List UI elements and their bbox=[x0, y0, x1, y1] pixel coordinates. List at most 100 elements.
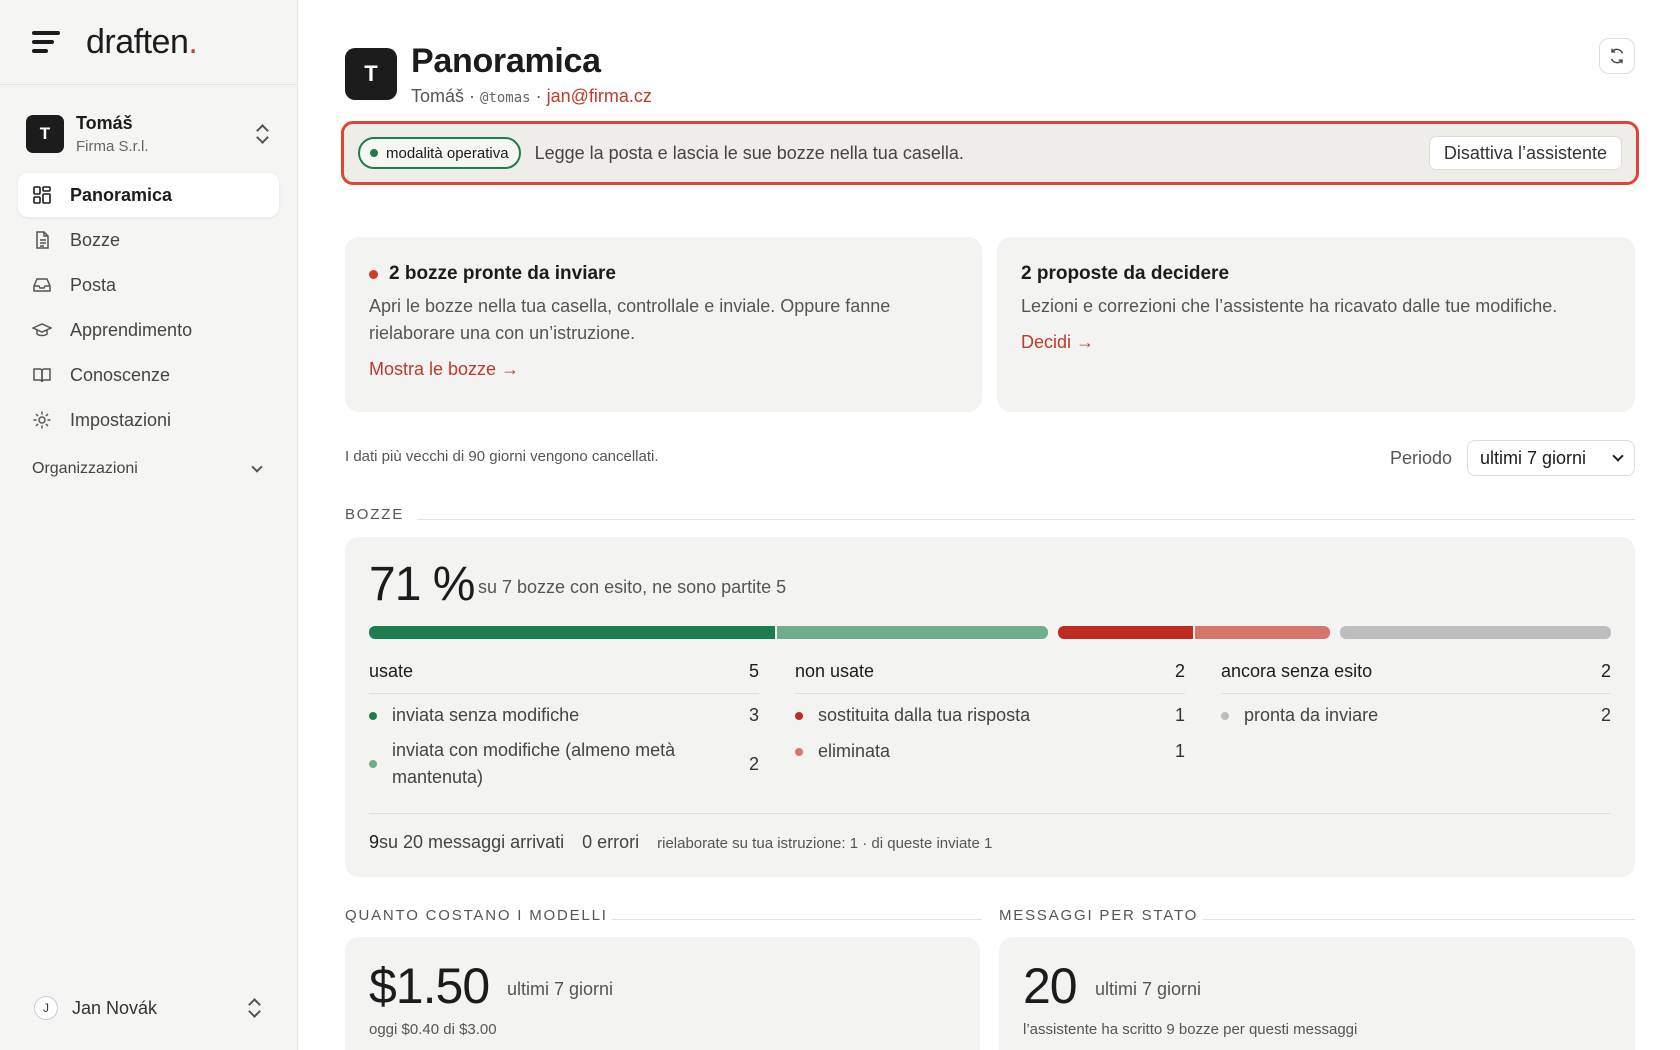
brand-bar: draften. bbox=[0, 0, 297, 85]
messages-card: 20 ultimi 7 giorni l’assistente ha scrit… bbox=[999, 937, 1635, 1050]
logo[interactable]: draften. bbox=[86, 23, 212, 62]
outcome-bar-segment bbox=[369, 626, 775, 639]
sidebar-item-panoramica[interactable]: Panoramica bbox=[18, 173, 279, 217]
graduation-cap-icon bbox=[32, 320, 52, 340]
sidebar: draften. T Tomáš Firma S.r.l. Panoramica… bbox=[0, 0, 298, 1050]
mode-description: Legge la posta e lascia le sue bozze nel… bbox=[534, 142, 964, 163]
outcome-bar-segment bbox=[1340, 626, 1611, 639]
outcome-bar-segment bbox=[1195, 626, 1331, 639]
period-select[interactable]: ultimi 7 giorni bbox=[1467, 440, 1635, 476]
page-header: T Panoramica Tomáš · @tomas · jan@firma.… bbox=[345, 38, 1635, 112]
assistant-mode-bar: modalità operativa Legge la posta e lasc… bbox=[341, 121, 1639, 185]
dashboard-icon bbox=[32, 185, 52, 205]
proposals-title: 2 proposte da decidere bbox=[1021, 263, 1230, 284]
list-item: inviata senza modifiche 3 bbox=[369, 705, 759, 726]
sidebar-item-impostazioni[interactable]: Impostazioni bbox=[18, 398, 279, 442]
chevron-down-icon bbox=[251, 461, 263, 473]
section-messages-label: MESSAGGI PER STATO bbox=[999, 907, 1199, 924]
profile-name: Tomáš bbox=[411, 86, 465, 106]
menu-icon[interactable] bbox=[32, 31, 60, 53]
sidebar-item-label: Conoscenze bbox=[70, 364, 171, 385]
reworked-note: rielaborate su tua istruzione: 1 · di qu… bbox=[657, 835, 993, 852]
proposals-card: 2 proposte da decidere Lezioni e correzi… bbox=[997, 237, 1635, 412]
section-divider bbox=[612, 919, 982, 920]
column-divider bbox=[795, 693, 1185, 694]
costs-card: $1.50 ultimi 7 giorni oggi $0.40 di $3.0… bbox=[345, 937, 980, 1050]
drafts-ready-title: 2 bozze pronte da inviare bbox=[369, 263, 958, 285]
drafts-footer: 9 su 20 messaggi arrivati 0 errori riela… bbox=[369, 832, 993, 852]
refresh-button[interactable] bbox=[1599, 38, 1635, 74]
refresh-icon bbox=[1610, 48, 1624, 64]
cost-amount: $1.50 bbox=[369, 958, 490, 1014]
section-costs-label: QUANTO COSTANO I MODELLI bbox=[345, 907, 608, 924]
account-name: Tomáš bbox=[76, 113, 133, 133]
document-icon bbox=[32, 230, 52, 250]
book-icon bbox=[32, 365, 52, 385]
status-dot bbox=[369, 760, 377, 768]
proposals-desc: Lezioni e correzioni che l’assistente ha… bbox=[1021, 296, 1558, 316]
usage-summary: su 7 bozze con esito, ne sono partite 5 bbox=[478, 577, 787, 597]
sidebar-item-conoscenze[interactable]: Conoscenze bbox=[18, 353, 279, 397]
section-divider bbox=[1203, 919, 1635, 920]
list-item: sostituita dalla tua risposta 1 bbox=[795, 705, 1185, 726]
profile-email[interactable]: jan@firma.cz bbox=[547, 86, 652, 106]
status-dot bbox=[369, 711, 377, 720]
page-subtitle: Tomáš · @tomas · jan@firma.cz bbox=[411, 86, 652, 106]
column-non-usate-header: non usate 2 bbox=[795, 661, 1185, 681]
main-content: T Panoramica Tomáš · @tomas · jan@firma.… bbox=[341, 0, 1639, 1050]
drafts-ready-card: 2 bozze pronte da inviare Apri le bozze … bbox=[345, 237, 982, 412]
status-dot bbox=[795, 711, 803, 720]
section-divider bbox=[417, 519, 1635, 520]
sidebar-item-label: Impostazioni bbox=[70, 409, 172, 430]
usage-percent: 71 % bbox=[369, 558, 475, 611]
gear-icon bbox=[32, 410, 52, 430]
status-dot bbox=[795, 747, 803, 756]
bozze-card: 71 % su 7 bozze con esito, ne sono parti… bbox=[345, 537, 1635, 877]
organizations-label: Organizzazioni bbox=[32, 460, 138, 477]
column-divider bbox=[1221, 693, 1611, 694]
sidebar-nav: Panoramica Bozze Posta Apprendimento Con… bbox=[0, 173, 297, 442]
user-avatar: J bbox=[34, 996, 58, 1020]
sidebar-item-bozze[interactable]: Bozze bbox=[18, 218, 279, 262]
disable-assistant-button[interactable]: Disattiva l’assistente bbox=[1428, 136, 1622, 170]
sidebar-item-label: Panoramica bbox=[70, 184, 173, 205]
period-label: Periodo bbox=[1389, 448, 1452, 468]
messages-note: l’assistente ha scritto 9 bozze per ques… bbox=[1023, 1021, 1358, 1038]
outcome-bar-segment bbox=[1057, 626, 1193, 639]
profile-avatar: T bbox=[345, 48, 397, 100]
sidebar-item-posta[interactable]: Posta bbox=[18, 263, 279, 307]
chevron-up-down-icon bbox=[255, 125, 269, 143]
cost-period: ultimi 7 giorni bbox=[507, 979, 614, 999]
account-switcher[interactable]: T Tomáš Firma S.r.l. bbox=[26, 113, 279, 155]
sidebar-item-label: Bozze bbox=[70, 229, 121, 250]
decide-link[interactable]: Decidi → bbox=[1021, 332, 1094, 353]
card-divider bbox=[369, 813, 1611, 814]
account-org: Firma S.r.l. bbox=[76, 138, 149, 155]
profile-handle: @tomas bbox=[480, 90, 531, 106]
outcome-bar-segment bbox=[777, 626, 1048, 639]
user-name: Jan Novák bbox=[72, 997, 158, 1018]
account-avatar: T bbox=[26, 115, 64, 153]
organizations-toggle[interactable]: Organizzazioni bbox=[32, 460, 265, 478]
mode-badge: modalità operativa bbox=[358, 137, 521, 169]
messages-period: ultimi 7 giorni bbox=[1095, 979, 1202, 999]
sidebar-item-apprendimento[interactable]: Apprendimento bbox=[18, 308, 279, 352]
messages-count: 20 bbox=[1023, 958, 1078, 1014]
column-usate-header: usate 5 bbox=[369, 661, 759, 681]
sidebar-item-label: Apprendimento bbox=[70, 319, 193, 340]
status-dot bbox=[1221, 711, 1229, 720]
user-menu[interactable]: J Jan Novák bbox=[34, 996, 271, 1020]
sidebar-item-label: Posta bbox=[70, 274, 117, 295]
list-item: pronta da inviare 2 bbox=[1221, 705, 1611, 726]
column-divider bbox=[369, 693, 759, 694]
errors-count: 0 errori bbox=[582, 832, 640, 852]
page-title: Panoramica bbox=[411, 42, 601, 80]
drafts-ready-desc: Apri le bozze nella tua casella, control… bbox=[369, 296, 891, 343]
section-bozze-label: BOZZE bbox=[345, 506, 405, 523]
inbox-icon bbox=[32, 275, 52, 295]
show-drafts-link[interactable]: Mostra le bozze → bbox=[369, 359, 519, 380]
cost-today: oggi $0.40 di $3.00 bbox=[369, 1021, 497, 1038]
list-item: eliminata 1 bbox=[795, 741, 1185, 762]
retention-note: I dati più vecchi di 90 giorni vengono c… bbox=[345, 448, 659, 465]
chevron-down-icon bbox=[1612, 449, 1624, 462]
